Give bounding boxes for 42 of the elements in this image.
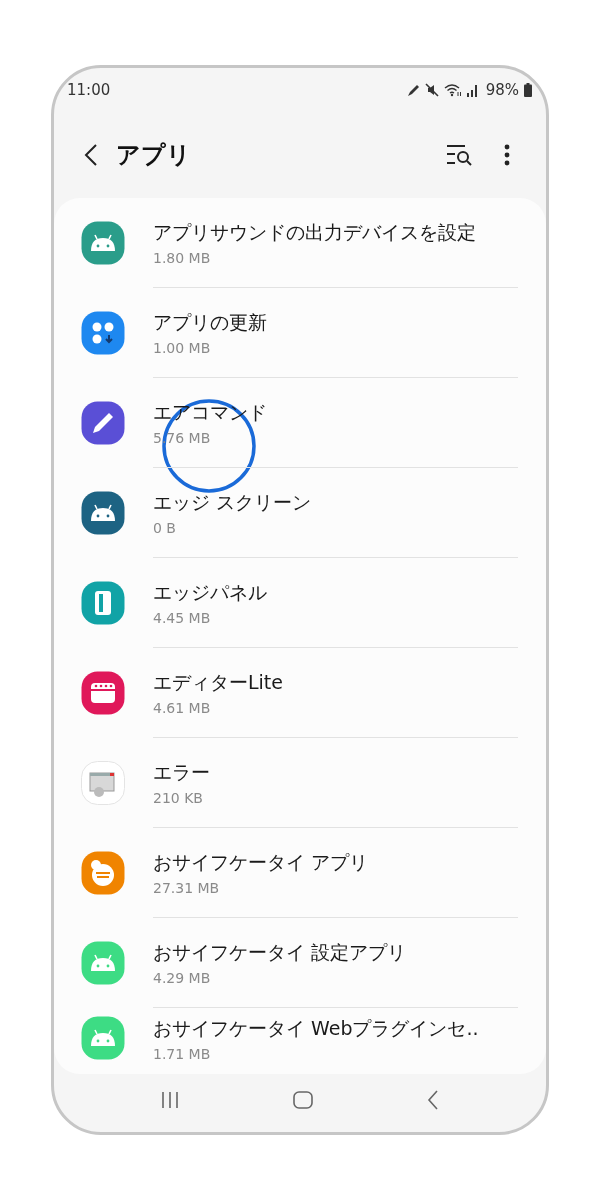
wifi-icon [443,83,462,97]
app-size: 4.61 MB [153,699,212,716]
app-size: 0 B [153,519,177,536]
app-icon [81,671,125,715]
app-name[interactable]: おサイフケータイ アプリ [153,849,518,876]
more-icon[interactable] [504,144,510,166]
app-icon [81,221,125,265]
battery-level: 98% [485,81,519,99]
app-name[interactable]: アプリの更新 [153,309,518,336]
app-icon [81,311,125,355]
home-icon[interactable] [293,1091,313,1109]
app-name[interactable]: おサイフケータイ Webプラグインセ.. [153,1016,518,1042]
battery-icon [524,83,532,97]
back-icon[interactable] [84,143,98,167]
app-size: 1.71 MB [153,1046,212,1062]
app-icon [81,851,125,895]
app-name[interactable]: エラー [153,759,518,786]
status-time: 11:00 [67,81,111,99]
page-title: アプリ [116,140,192,171]
app-size: 4.29 MB [153,969,212,986]
app-size: 1.00 MB [153,339,212,356]
mute-icon [424,83,439,97]
app-icon [81,1016,125,1060]
back-nav-icon[interactable] [425,1090,440,1110]
app-size: 210 KB [153,789,204,806]
app-name[interactable]: アプリサウンドの出力デバイスを設定 [153,219,518,246]
app-size: 4.45 MB [153,609,212,626]
recents-icon[interactable] [160,1091,181,1109]
app-icon [81,491,125,535]
app-icon [81,761,125,805]
app-icon [81,941,125,985]
app-size: 27.31 MB [153,879,221,896]
pencil-icon [406,83,420,97]
app-size: 1.80 MB [153,249,212,266]
app-name[interactable]: エッジ スクリーン [153,489,518,516]
signal-icon [466,83,479,97]
app-icon [81,581,125,625]
app-name[interactable]: おサイフケータイ 設定アプリ [153,939,518,966]
app-name[interactable]: エッジパネル [153,579,518,606]
search-icon[interactable] [446,144,474,166]
app-icon [81,401,125,445]
app-name[interactable]: エディターLite [153,669,518,696]
